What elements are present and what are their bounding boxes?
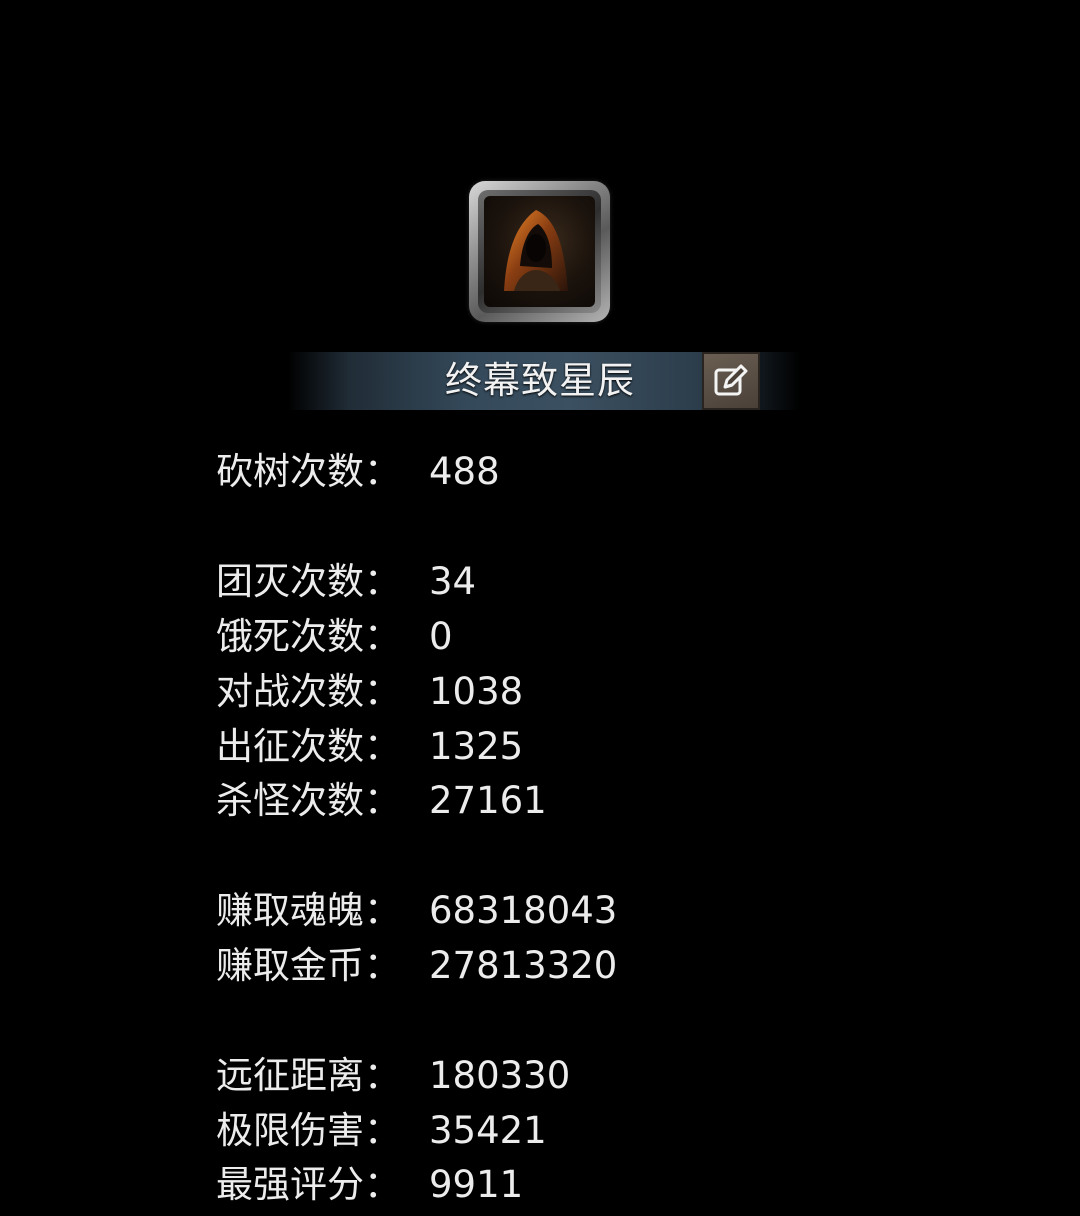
stat-label: 赚取魂魄： bbox=[216, 889, 401, 932]
stat-value: 488 bbox=[429, 450, 500, 493]
stat-row-monster-kills: 杀怪次数： 27161 bbox=[216, 776, 547, 826]
stat-value: 27813320 bbox=[429, 944, 618, 987]
stat-row-souls-earned: 赚取魂魄： 68318043 bbox=[216, 886, 617, 936]
stat-label: 砍树次数： bbox=[216, 450, 401, 493]
name-banner-text-area: 终幕致星辰 bbox=[0, 352, 1080, 410]
stat-row-max-damage: 极限伤害： 35421 bbox=[216, 1106, 547, 1156]
stat-value: 68318043 bbox=[429, 889, 618, 932]
stat-label: 饿死次数： bbox=[216, 615, 401, 658]
stat-label: 远征距离： bbox=[216, 1054, 401, 1097]
edit-pencil-icon bbox=[714, 364, 748, 396]
stat-value: 27161 bbox=[429, 779, 547, 822]
stat-row-chop-trees: 砍树次数： 488 bbox=[216, 447, 500, 497]
player-name: 终幕致星辰 bbox=[445, 359, 635, 402]
stat-row-expedition-distance: 远征距离： 180330 bbox=[216, 1051, 570, 1101]
stat-row-gold-earned: 赚取金币： 27813320 bbox=[216, 941, 617, 991]
avatar[interactable] bbox=[469, 181, 610, 322]
stat-label: 最强评分： bbox=[216, 1163, 401, 1206]
stat-row-battles: 对战次数： 1038 bbox=[216, 667, 523, 717]
stat-label: 杀怪次数： bbox=[216, 779, 401, 822]
avatar-ring bbox=[478, 190, 601, 313]
stat-value: 1325 bbox=[429, 725, 524, 768]
stat-label: 极限伤害： bbox=[216, 1109, 401, 1152]
stat-value: 0 bbox=[429, 615, 453, 658]
stat-label: 对战次数： bbox=[216, 670, 401, 713]
stat-value: 9911 bbox=[429, 1163, 524, 1206]
stat-row-expeditions: 出征次数： 1325 bbox=[216, 722, 523, 772]
stat-label: 赚取金币： bbox=[216, 944, 401, 987]
stat-row-team-wipes: 团灭次数： 34 bbox=[216, 557, 476, 607]
edit-name-button[interactable] bbox=[702, 352, 760, 410]
hooded-figure-icon bbox=[484, 196, 595, 307]
stat-label: 出征次数： bbox=[216, 725, 401, 768]
stat-value: 180330 bbox=[429, 1054, 571, 1097]
stat-label: 团灭次数： bbox=[216, 560, 401, 603]
stat-value: 35421 bbox=[429, 1109, 547, 1152]
stat-value: 34 bbox=[429, 560, 477, 603]
stat-value: 1038 bbox=[429, 670, 524, 713]
stat-row-top-score: 最强评分： 9911 bbox=[216, 1160, 523, 1210]
stat-row-starvations: 饿死次数： 0 bbox=[216, 612, 453, 662]
